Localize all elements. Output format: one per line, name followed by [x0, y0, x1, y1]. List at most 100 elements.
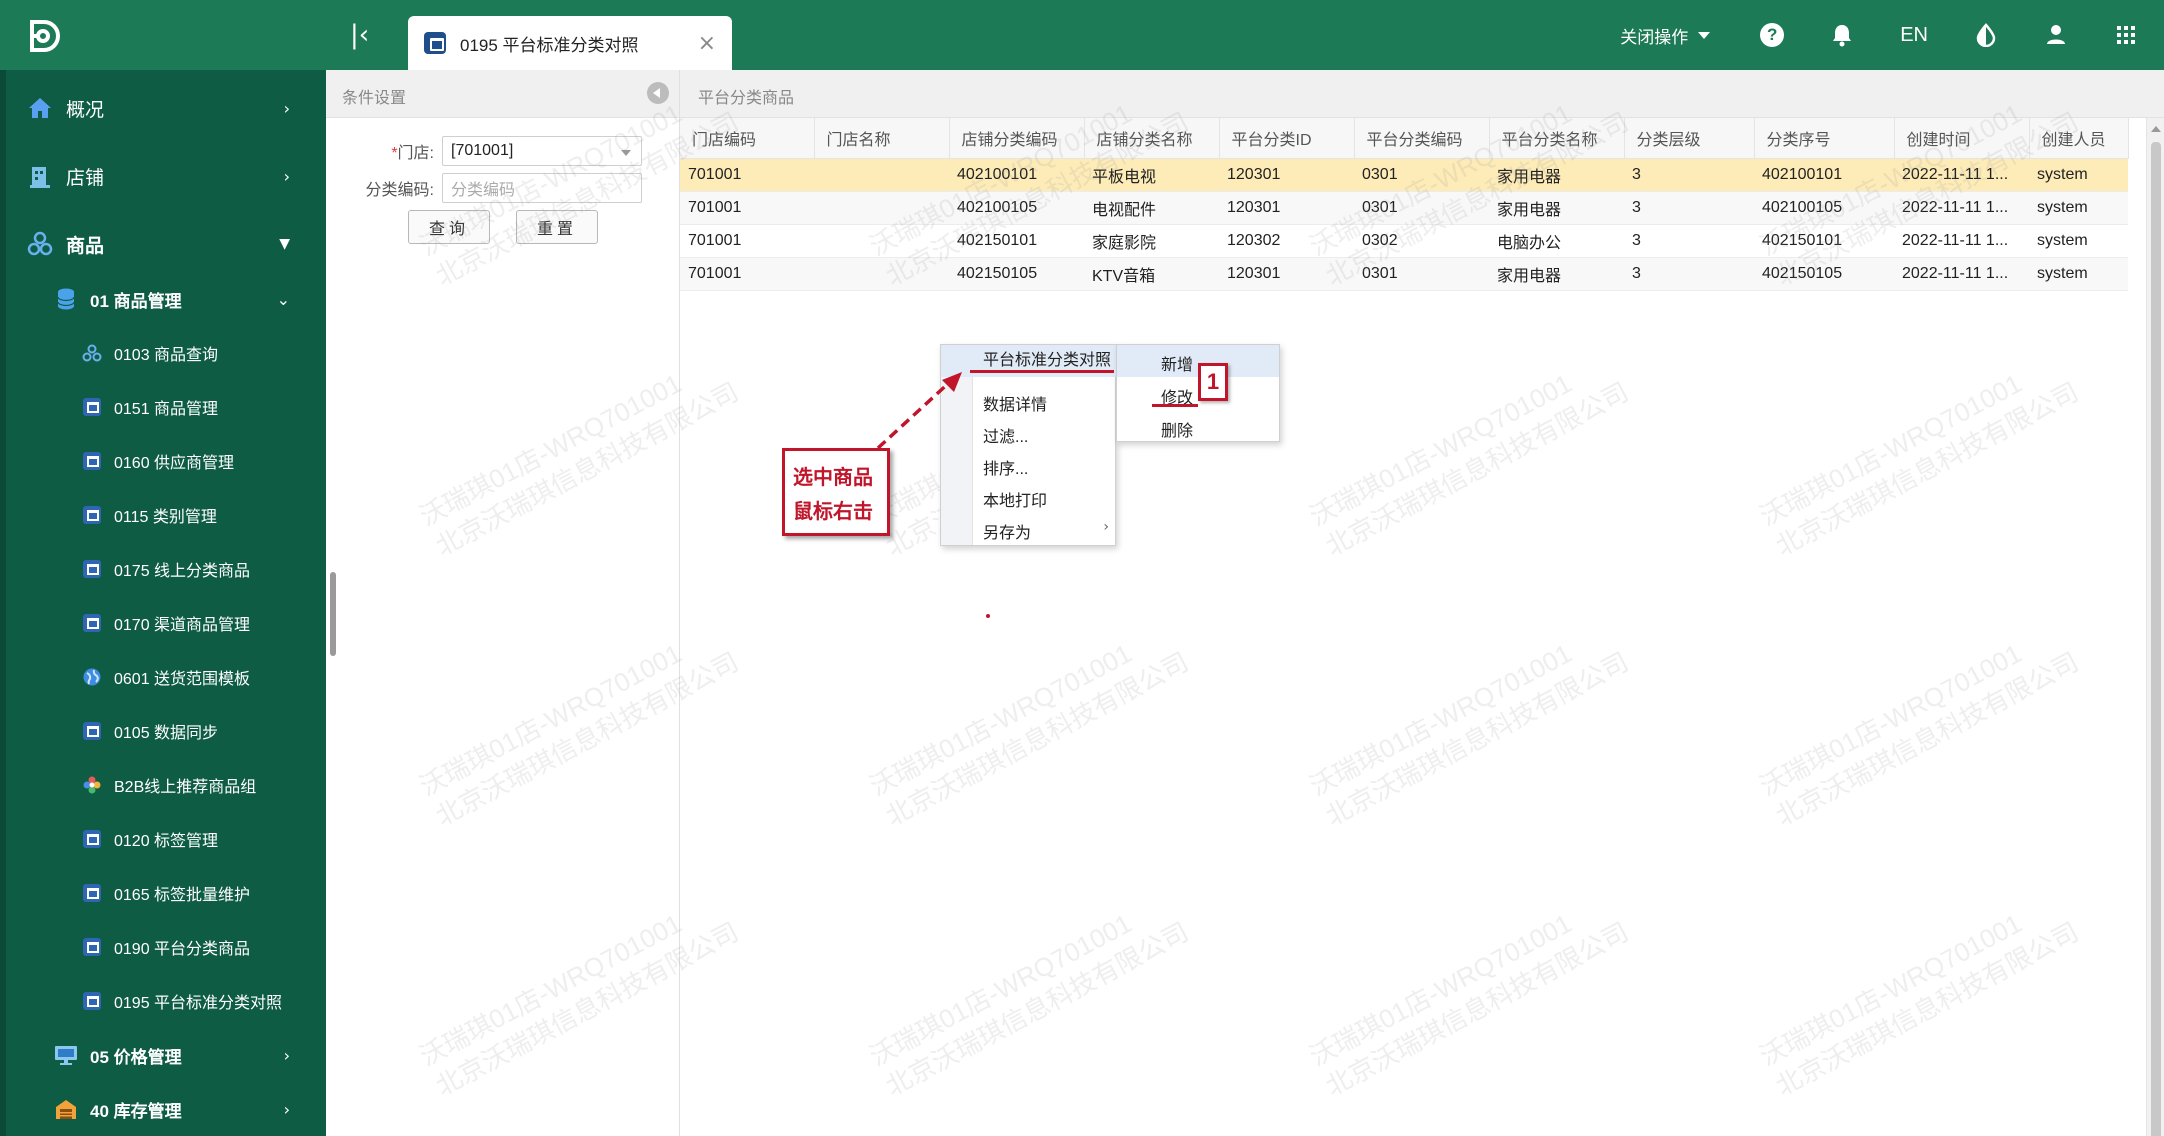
- app-logo[interactable]: [24, 16, 64, 56]
- column-header[interactable]: 创建时间: [1894, 118, 2030, 159]
- chevron-down-icon: ⌄: [276, 289, 290, 309]
- sidebar-item-0151[interactable]: 0151 商品管理: [0, 390, 326, 424]
- monitor-icon: [54, 1043, 78, 1067]
- menu-item-data-details[interactable]: 数据详情: [983, 391, 1047, 415]
- column-header[interactable]: 分类序号: [1754, 118, 1895, 159]
- sidebar-item-label: 0115 类别管理: [114, 509, 217, 526]
- sidebar-item-0115[interactable]: 0115 类别管理: [0, 498, 326, 532]
- store-select[interactable]: [701001]: [442, 136, 642, 166]
- table-row[interactable]: 701001 402150105 KTV音箱 120301 0301 家用电器 …: [680, 257, 2128, 291]
- table-row[interactable]: 701001 402100101 平板电视 120301 0301 家用电器 3…: [680, 158, 2128, 192]
- sidebar-item-0160[interactable]: 0160 供应商管理: [0, 444, 326, 478]
- close-icon[interactable]: ×: [698, 31, 716, 56]
- grid-panel-title: 平台分类商品: [698, 90, 795, 107]
- table-cell: 402100105: [1754, 191, 1894, 225]
- sidebar-item-0601[interactable]: 0601 送货范围模板: [0, 660, 326, 694]
- callout-line: 鼠标右击: [793, 501, 873, 523]
- chevron-right-icon: ›: [283, 98, 290, 118]
- submenu-item-delete[interactable]: 删除: [1161, 417, 1193, 441]
- column-header[interactable]: 门店名称: [814, 118, 950, 159]
- grid-panel: 平台分类商品 门店编码 门店名称 店铺分类编码 店铺分类名称 平台分类ID 平台…: [680, 70, 2164, 1136]
- sidebar-item-0170[interactable]: 0170 渠道商品管理: [0, 606, 326, 640]
- sidebar-item-shop[interactable]: 店铺 ›: [0, 156, 326, 196]
- table-cell: system: [2029, 191, 2128, 225]
- apps-grid-icon[interactable]: [2114, 23, 2138, 47]
- column-header[interactable]: 店铺分类名称: [1084, 118, 1220, 159]
- sidebar-item-0105[interactable]: 0105 数据同步: [0, 714, 326, 748]
- menu-item-local-print[interactable]: 本地打印: [983, 487, 1047, 511]
- menu-item-save-as[interactable]: 另存为: [983, 519, 1113, 543]
- theme-contrast-icon[interactable]: [1974, 23, 1998, 47]
- sidebar-item-overview[interactable]: 概况 ›: [0, 88, 326, 128]
- table-cell: 402150101: [1754, 224, 1894, 258]
- table-cell: 3: [1624, 224, 1754, 258]
- sidebar-item-label: 店铺: [66, 167, 105, 189]
- caret-down-icon: ▼: [279, 236, 290, 252]
- category-code-input[interactable]: 分类编码: [442, 173, 642, 203]
- tab-active[interactable]: 0195 平台标准分类对照 ×: [408, 16, 732, 70]
- column-header[interactable]: 店铺分类编码: [949, 118, 1085, 159]
- column-header[interactable]: 分类层级: [1624, 118, 1755, 159]
- scrollbar-thumb[interactable]: [2151, 142, 2161, 1136]
- collapse-panel-icon[interactable]: [647, 82, 669, 104]
- column-header[interactable]: 平台分类ID: [1219, 118, 1355, 159]
- globe-icon: [82, 667, 102, 687]
- column-header[interactable]: 创建人员: [2029, 118, 2129, 159]
- sidebar-item-label: 0160 供应商管理: [114, 455, 235, 472]
- sidebar: 概况 › 店铺 › 商品 ▼ 01 商品管理 ⌄ 0103 商品查询 0151 …: [0, 70, 326, 1136]
- sidebar-item-label: 0151 商品管理: [114, 401, 219, 418]
- help-icon[interactable]: ?: [1760, 23, 1785, 47]
- table-cell: 0301: [1354, 158, 1489, 192]
- dropdown-arrow-icon[interactable]: [621, 150, 631, 156]
- table-cell: 120301: [1219, 158, 1354, 192]
- column-header[interactable]: 门店编码: [680, 118, 815, 159]
- sidebar-item-0165[interactable]: 0165 标签批量维护: [0, 876, 326, 910]
- sidebar-item-inventory-management[interactable]: 40 库存管理 ›: [0, 1092, 326, 1126]
- table-cell: 家用电器: [1489, 158, 1624, 192]
- cart-icon: [82, 883, 102, 903]
- sidebar-item-price-management[interactable]: 05 价格管理 ›: [0, 1038, 326, 1072]
- submenu-item-add[interactable]: 新增: [1161, 351, 1193, 375]
- vertical-scrollbar[interactable]: [2146, 118, 2164, 1136]
- condition-panel-header: 条件设置: [326, 70, 679, 118]
- sidebar-item-0103[interactable]: 0103 商品查询: [0, 336, 326, 370]
- bell-icon[interactable]: [1830, 23, 1854, 47]
- user-icon[interactable]: [2044, 23, 2068, 47]
- close-operations-dropdown[interactable]: 关闭操作: [1620, 23, 1711, 48]
- cart-icon: [82, 397, 102, 417]
- collapse-sidebar-icon[interactable]: |‹: [350, 20, 369, 50]
- table-cell: 3: [1624, 191, 1754, 225]
- language-toggle[interactable]: EN: [1900, 24, 1928, 47]
- sidebar-item-0175[interactable]: 0175 线上分类商品: [0, 552, 326, 586]
- cart-icon: [82, 937, 102, 957]
- sidebar-item-goods-management[interactable]: 01 商品管理 ⌄: [0, 282, 326, 316]
- column-header[interactable]: 平台分类编码: [1354, 118, 1490, 159]
- table-row[interactable]: 701001 402100105 电视配件 120301 0301 家用电器 3…: [680, 191, 2128, 225]
- table-cell: [814, 257, 949, 291]
- sidebar-item-goods[interactable]: 商品 ▼: [0, 224, 326, 264]
- menu-item-filter[interactable]: 过滤...: [983, 423, 1028, 447]
- table-cell: 平板电视: [1084, 158, 1219, 192]
- sidebar-item-label: 0190 平台分类商品: [114, 941, 251, 958]
- sidebar-item-label: 商品: [66, 235, 105, 257]
- store-label: *门店:: [391, 145, 434, 162]
- table-row[interactable]: 701001 402150101 家庭影院 120302 0302 电脑办公 3…: [680, 224, 2128, 258]
- column-header[interactable]: 平台分类名称: [1489, 118, 1625, 159]
- cursor-dot: [986, 614, 990, 618]
- sidebar-item-0195[interactable]: 0195 平台标准分类对照: [0, 984, 326, 1018]
- sidebar-item-b2b[interactable]: B2B线上推荐商品组: [0, 768, 326, 802]
- sidebar-item-label: 40 库存管理: [90, 1101, 182, 1121]
- query-button[interactable]: 查询: [408, 210, 490, 244]
- reset-button[interactable]: 重置: [516, 210, 598, 244]
- table-cell: 0301: [1354, 257, 1489, 291]
- sidebar-item-0120[interactable]: 0120 标签管理: [0, 822, 326, 856]
- table-cell: system: [2029, 257, 2128, 291]
- table-cell: 3: [1624, 257, 1754, 291]
- sidebar-item-label: 01 商品管理: [90, 291, 182, 311]
- table-cell: 0302: [1354, 224, 1489, 258]
- panel-resize-handle[interactable]: [330, 572, 336, 656]
- menu-item-sort[interactable]: 排序...: [983, 455, 1028, 479]
- sidebar-item-0190[interactable]: 0190 平台分类商品: [0, 930, 326, 964]
- table-cell: 402150105: [1754, 257, 1894, 291]
- condition-panel-title: 条件设置: [342, 90, 407, 107]
